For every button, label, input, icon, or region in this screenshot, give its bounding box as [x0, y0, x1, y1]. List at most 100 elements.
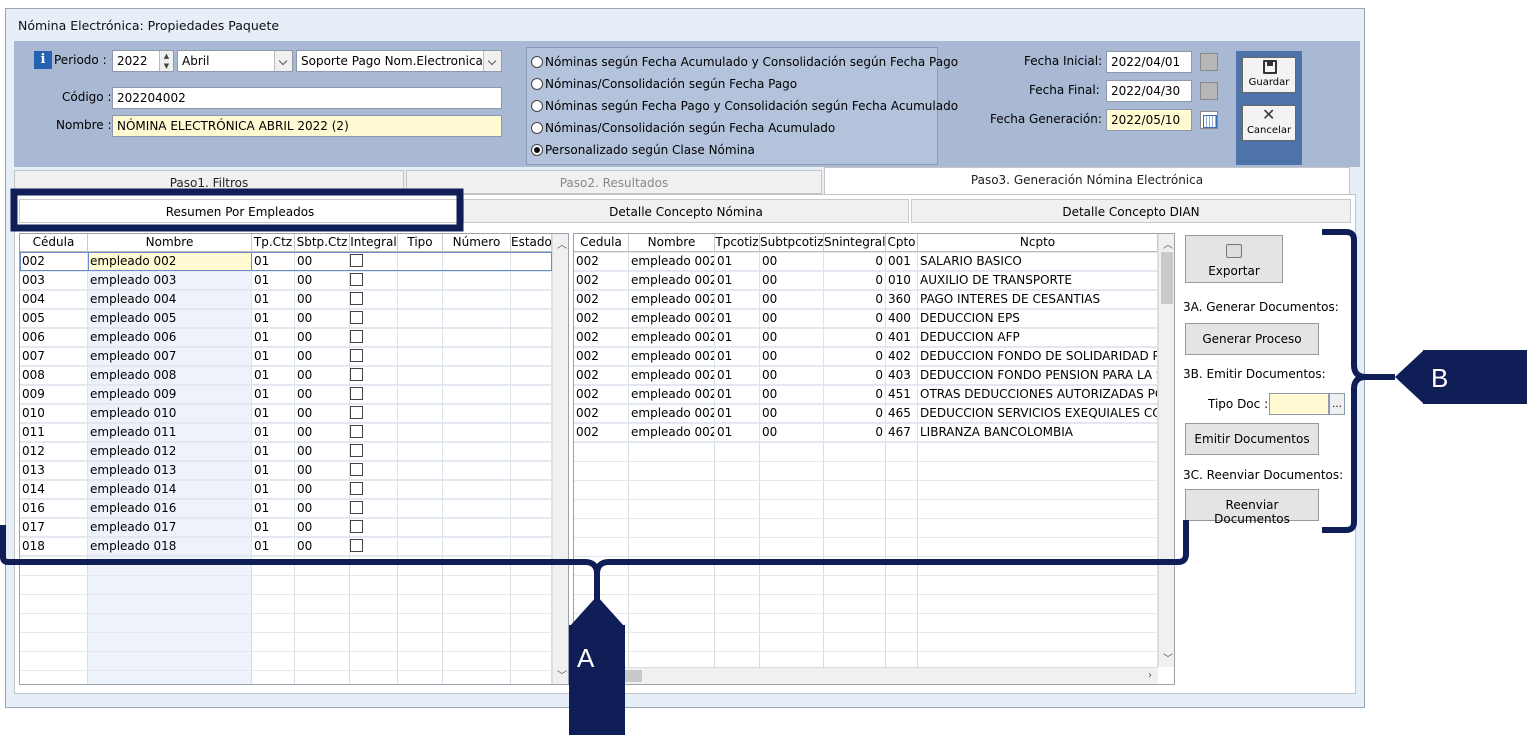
- checkbox-icon[interactable]: [350, 368, 363, 381]
- table-cell[interactable]: 451: [886, 385, 918, 404]
- table-cell[interactable]: empleado 014: [88, 480, 252, 499]
- checkbox-icon[interactable]: [350, 292, 363, 305]
- integral-cell[interactable]: [350, 537, 398, 556]
- table-cell[interactable]: [398, 309, 443, 328]
- table-cell[interactable]: DEDUCCION AFP: [918, 328, 1158, 347]
- table-cell[interactable]: [443, 537, 511, 556]
- concepts-vscrollbar[interactable]: ︿ ﹀: [1158, 234, 1174, 667]
- tab-paso3[interactable]: Paso3. Generación Nómina Electrónica: [824, 167, 1350, 194]
- subtab-detalle-dian[interactable]: Detalle Concepto DIAN: [911, 199, 1351, 223]
- subtab-resumen[interactable]: Resumen Por Empleados: [19, 199, 461, 223]
- table-cell[interactable]: AUXILIO DE TRANSPORTE: [918, 271, 1158, 290]
- table-cell[interactable]: [511, 328, 552, 347]
- table-cell[interactable]: empleado 002: [629, 309, 715, 328]
- column-header[interactable]: Cpto: [886, 234, 918, 252]
- employees-vscrollbar[interactable]: ︿ ﹀: [552, 234, 568, 684]
- table-cell[interactable]: 00: [760, 404, 824, 423]
- table-cell[interactable]: 01: [715, 271, 760, 290]
- table-cell[interactable]: 011: [20, 423, 88, 442]
- table-cell[interactable]: 00: [760, 290, 824, 309]
- table-cell[interactable]: 01: [252, 347, 295, 366]
- table-cell[interactable]: 00: [760, 328, 824, 347]
- table-cell[interactable]: 00: [760, 271, 824, 290]
- table-cell[interactable]: 01: [252, 423, 295, 442]
- month-select[interactable]: Abril: [177, 50, 293, 72]
- table-cell[interactable]: 00: [295, 347, 350, 366]
- table-cell[interactable]: empleado 018: [88, 537, 252, 556]
- table-row[interactable]: 002 empleado 002 01 00 0 451 OTRAS DEDUCCIONES…: [574, 385, 1158, 404]
- exportar-button[interactable]: Exportar: [1185, 235, 1283, 283]
- table-cell[interactable]: 00: [295, 385, 350, 404]
- table-row[interactable]: 011 empleado 011 01 00: [20, 423, 552, 442]
- table-cell[interactable]: [443, 480, 511, 499]
- table-cell[interactable]: [398, 366, 443, 385]
- table-cell[interactable]: 00: [295, 461, 350, 480]
- table-cell[interactable]: 0: [824, 347, 886, 366]
- checkbox-icon[interactable]: [350, 330, 363, 343]
- calendar-icon[interactable]: [1200, 111, 1218, 129]
- table-cell[interactable]: 01: [715, 290, 760, 309]
- checkbox-icon[interactable]: [350, 349, 363, 362]
- column-header[interactable]: Integral: [350, 234, 398, 252]
- table-cell[interactable]: PAGO INTERES DE CESANTIAS: [918, 290, 1158, 309]
- table-cell[interactable]: 008: [20, 366, 88, 385]
- table-cell[interactable]: [443, 518, 511, 537]
- table-cell[interactable]: 00: [760, 385, 824, 404]
- table-cell[interactable]: 01: [252, 404, 295, 423]
- integral-cell[interactable]: [350, 518, 398, 537]
- table-row[interactable]: 002 empleado 002 01 00 0 010 AUXILIO DE TRANSP…: [574, 271, 1158, 290]
- nombre-field[interactable]: NÓMINA ELECTRÓNICA ABRIL 2022 (2): [112, 115, 502, 137]
- ellipsis-button[interactable]: …: [1329, 393, 1345, 415]
- table-cell[interactable]: 01: [252, 442, 295, 461]
- integral-cell[interactable]: [350, 290, 398, 309]
- table-row[interactable]: 013 empleado 013 01 00: [20, 461, 552, 480]
- table-row[interactable]: 018 empleado 018 01 00: [20, 537, 552, 556]
- table-cell[interactable]: empleado 002: [629, 252, 715, 271]
- table-cell[interactable]: 004: [20, 290, 88, 309]
- table-cell[interactable]: 002: [574, 328, 629, 347]
- table-cell[interactable]: DEDUCCION FONDO PENSION PARA LA S: [918, 366, 1158, 385]
- table-cell[interactable]: [398, 328, 443, 347]
- column-header[interactable]: Estado: [511, 234, 552, 252]
- checkbox-icon[interactable]: [350, 463, 363, 476]
- table-cell[interactable]: [398, 271, 443, 290]
- table-cell[interactable]: 0: [824, 366, 886, 385]
- table-cell[interactable]: [398, 347, 443, 366]
- table-row[interactable]: 002 empleado 002 01 00 0 402 DEDUCCION FONDO D…: [574, 347, 1158, 366]
- table-cell[interactable]: DEDUCCION SERVICIOS EXEQUIALES CO: [918, 404, 1158, 423]
- table-cell[interactable]: 00: [760, 423, 824, 442]
- table-cell[interactable]: 01: [715, 309, 760, 328]
- table-cell[interactable]: empleado 002: [629, 290, 715, 309]
- employees-grid[interactable]: Cédula Nombre Tp.Ctz Sbtp.Ctz Integral T…: [19, 233, 569, 685]
- table-row[interactable]: 002 empleado 002 01 00 0 403 DEDUCCION FONDO P…: [574, 366, 1158, 385]
- table-cell[interactable]: [511, 442, 552, 461]
- table-cell[interactable]: [511, 385, 552, 404]
- table-cell[interactable]: [511, 423, 552, 442]
- table-cell[interactable]: 016: [20, 499, 88, 518]
- column-header[interactable]: Tp.Ctz: [252, 234, 295, 252]
- checkbox-icon[interactable]: [350, 501, 363, 514]
- table-row[interactable]: 005 empleado 005 01 00: [20, 309, 552, 328]
- table-cell[interactable]: 01: [715, 252, 760, 271]
- radio-icon[interactable]: [531, 56, 543, 68]
- table-cell[interactable]: 360: [886, 290, 918, 309]
- option-2[interactable]: Nóminas según Fecha Pago y Consolidación…: [531, 99, 958, 117]
- fecha-inicial-field[interactable]: 2022/04/01: [1106, 51, 1192, 73]
- column-header[interactable]: Ncpto: [918, 234, 1158, 252]
- integral-cell[interactable]: [350, 404, 398, 423]
- table-cell[interactable]: 002: [574, 423, 629, 442]
- table-cell[interactable]: SALARIO BASICO: [918, 252, 1158, 271]
- table-cell[interactable]: 01: [715, 347, 760, 366]
- table-cell[interactable]: empleado 012: [88, 442, 252, 461]
- column-header[interactable]: Tipo: [398, 234, 443, 252]
- table-cell[interactable]: [511, 271, 552, 290]
- table-cell[interactable]: empleado 006: [88, 328, 252, 347]
- table-cell[interactable]: DEDUCCION FONDO DE SOLIDARIDAD PE: [918, 347, 1158, 366]
- table-row[interactable]: 002 empleado 002 01 00 0 401 DEDUCCION AFP: [574, 328, 1158, 347]
- table-cell[interactable]: 012: [20, 442, 88, 461]
- column-header[interactable]: Sbtp.Ctz: [295, 234, 350, 252]
- chevron-down-icon[interactable]: [274, 51, 292, 71]
- table-cell[interactable]: 005: [20, 309, 88, 328]
- column-header[interactable]: Subtpcotiz: [760, 234, 824, 252]
- integral-cell[interactable]: [350, 480, 398, 499]
